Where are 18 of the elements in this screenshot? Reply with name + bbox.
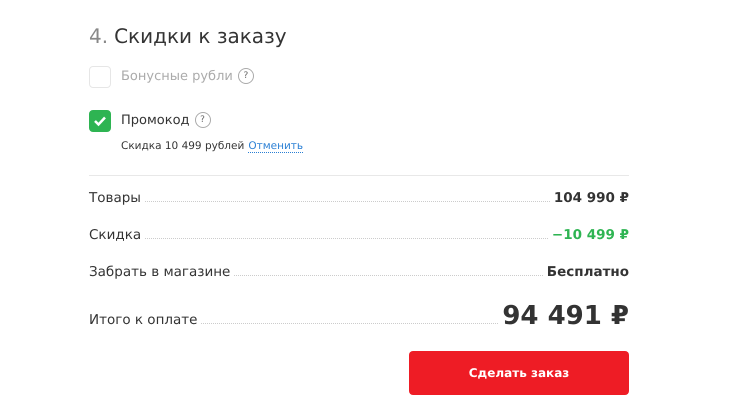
section-title: Скидки к заказу [114, 24, 287, 48]
summary-label: Забрать в магазине [89, 264, 230, 280]
summary-value: 104 990 ₽ [554, 190, 629, 206]
checkmark-icon [93, 115, 107, 127]
summary-label: Товары [89, 190, 141, 206]
cancel-link[interactable]: Отменить [248, 140, 304, 153]
section-number: 4. [89, 24, 108, 48]
option-label: Промокод [121, 112, 190, 128]
summary-label: Итого к оплате [89, 312, 198, 328]
order-button[interactable]: Сделать заказ [409, 351, 629, 395]
help-icon[interactable]: ? [194, 112, 211, 128]
discount-note: Скидка 10 499 рублей [121, 140, 244, 153]
summary-label: Скидка [89, 227, 142, 243]
option-label: Бонусные рубли [121, 68, 233, 84]
summary-value: Бесплатно [546, 264, 629, 280]
summary-value: 94 491 ₽ [502, 301, 629, 331]
checkbox[interactable] [89, 110, 111, 132]
summary-value: −10 499 ₽ [552, 227, 629, 243]
